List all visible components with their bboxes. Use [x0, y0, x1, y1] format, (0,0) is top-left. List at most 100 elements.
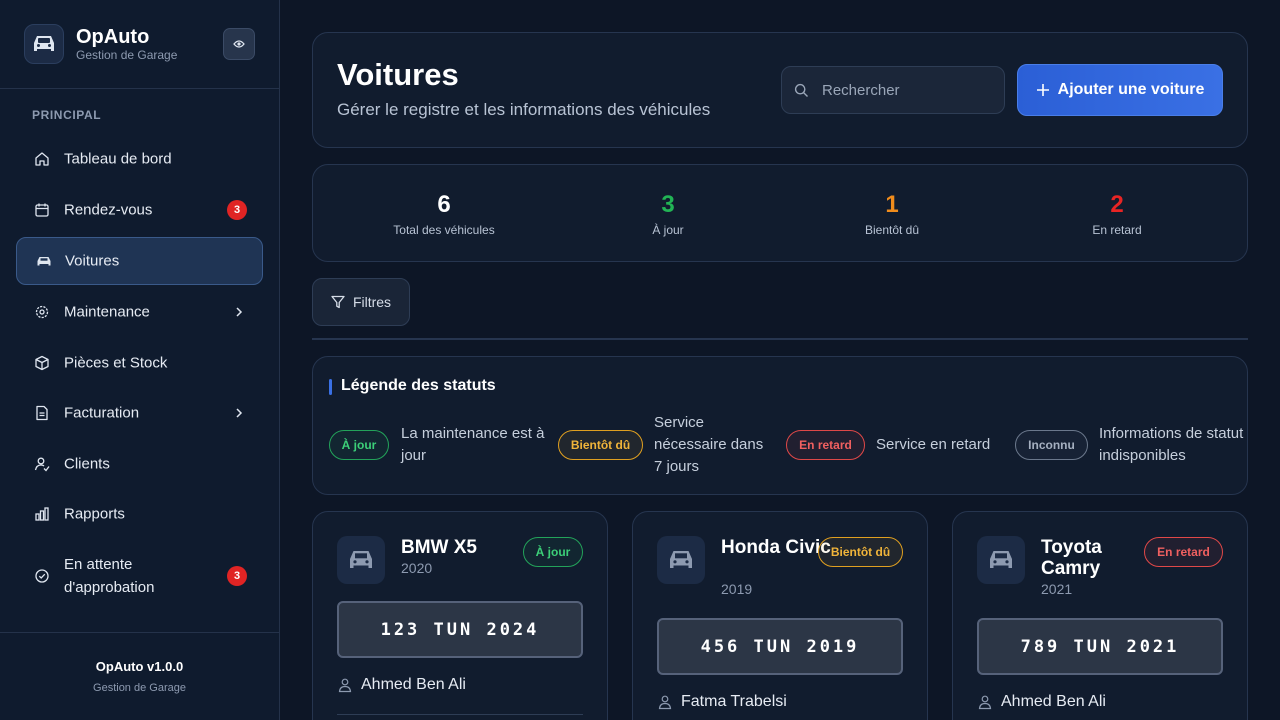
sidebar-item-label: Pièces et Stock — [64, 354, 168, 372]
car-name: Honda Civic — [721, 537, 831, 558]
car-card[interactable]: Honda Civic 2019 Bientôt dû 456 TUN 2019… — [632, 511, 928, 720]
sidebar-item-pending-approval[interactable]: En attente d'approbation 3 — [16, 552, 263, 600]
add-car-button[interactable]: Ajouter une voiture — [1017, 64, 1223, 116]
stat-overdue: 2 En retard — [1017, 191, 1217, 237]
search-icon — [794, 83, 809, 98]
legend-description: Service nécessaire dans 7 jours — [654, 414, 764, 475]
page-subtitle: Gérer le registre et les informations de… — [337, 100, 711, 119]
home-icon — [34, 151, 50, 167]
car-icon — [977, 536, 1025, 584]
sidebar-divider — [0, 88, 279, 89]
sidebar-item-billing[interactable]: Facturation — [16, 389, 263, 437]
app-version-subtitle: Gestion de Garage — [93, 682, 186, 694]
add-car-label: Ajouter une voiture — [1057, 81, 1205, 98]
owner-name: Ahmed Ben Ali — [1001, 693, 1106, 710]
sidebar-item-label: Rapports — [64, 505, 125, 523]
status-badge-due-soon: Bientôt dû — [558, 430, 643, 460]
car-logo-icon — [24, 24, 64, 64]
chevron-right-icon — [233, 306, 245, 318]
sidebar-item-reports[interactable]: Rapports — [16, 490, 263, 538]
document-icon — [34, 405, 50, 421]
brand: OpAuto Gestion de Garage — [24, 24, 256, 64]
bar-chart-icon — [34, 506, 50, 522]
car-icon — [337, 536, 385, 584]
filters-button[interactable]: Filtres — [312, 278, 410, 326]
status-legend: Légende des statuts À jour La maintenanc… — [312, 356, 1248, 495]
plus-icon — [1036, 84, 1049, 96]
car-year: 2019 — [721, 581, 753, 597]
sidebar-item-label: En attente d'approbation — [64, 556, 155, 596]
car-owner: Fatma Trabelsi — [657, 693, 787, 711]
sidebar-item-dashboard[interactable]: Tableau de bord — [16, 135, 263, 183]
brand-title: OpAuto — [76, 26, 150, 48]
stat-total: 6 Total des véhicules — [344, 191, 544, 237]
user-icon — [337, 677, 353, 693]
app-version: OpAuto v1.0.0 — [95, 659, 184, 674]
status-badge: En retard — [1144, 537, 1223, 567]
legend-description: Service en retard — [876, 436, 991, 453]
eye-toggle-button[interactable] — [223, 28, 255, 60]
stat-due-soon: 1 Bientôt dû — [792, 191, 992, 237]
status-badge: À jour — [523, 537, 583, 567]
car-icon — [657, 536, 705, 584]
car-owner: Ahmed Ben Ali — [977, 693, 1106, 711]
sidebar: OpAuto Gestion de Garage PRINCIPAL Table… — [0, 0, 280, 720]
status-badge: Bientôt dû — [818, 537, 903, 567]
car-year: 2021 — [1041, 581, 1073, 597]
car-owner: Ahmed Ben Ali — [337, 676, 466, 694]
legend-accent-bar — [329, 379, 332, 395]
sidebar-item-clients[interactable]: Clients — [16, 440, 263, 488]
gear-icon — [34, 304, 50, 320]
sidebar-footer-divider — [0, 632, 279, 633]
stat-label: Total des véhicules — [393, 223, 495, 237]
stats-panel: 6 Total des véhicules 3 À jour 1 Bientôt… — [312, 164, 1248, 262]
page-header: Voitures Gérer le registre et les inform… — [312, 32, 1248, 148]
car-year: 2020 — [401, 560, 433, 576]
divider — [312, 338, 1248, 340]
eye-icon — [233, 40, 245, 48]
sidebar-item-maintenance[interactable]: Maintenance — [16, 288, 263, 336]
stat-value: 6 — [437, 191, 451, 218]
status-badge-overdue: En retard — [786, 430, 865, 460]
stat-value: 3 — [661, 191, 675, 218]
sidebar-item-appointments[interactable]: Rendez-vous 3 — [16, 186, 263, 234]
sidebar-item-cars[interactable]: Voitures — [16, 237, 263, 285]
section-label: PRINCIPAL — [32, 108, 102, 122]
search-box — [781, 66, 1005, 114]
filter-icon — [331, 295, 345, 309]
notification-badge: 3 — [227, 566, 247, 586]
brand-subtitle: Gestion de Garage — [76, 48, 178, 62]
stat-up-to-date: 3 À jour — [568, 191, 768, 237]
legend-description: La maintenance est à jour — [401, 425, 545, 464]
notification-badge: 3 — [227, 200, 247, 220]
status-badge-unknown: Inconnu — [1015, 430, 1088, 460]
legend-description: Informations de statut indisponibles — [1099, 425, 1244, 464]
license-plate: 123 TUN 2024 — [337, 601, 583, 658]
box-icon — [34, 355, 50, 371]
stat-label: À jour — [652, 223, 684, 237]
stat-value: 2 — [1110, 191, 1124, 218]
filters-label: Filtres — [352, 294, 392, 310]
sidebar-item-label: Facturation — [64, 404, 140, 422]
stat-label: En retard — [1092, 223, 1142, 237]
sidebar-item-label: Rendez-vous — [64, 201, 153, 219]
status-badge-up-to-date: À jour — [329, 430, 389, 460]
user-icon — [657, 694, 673, 710]
car-card[interactable]: BMW X5 2020 À jour 123 TUN 2024 Ahmed Be… — [312, 511, 608, 720]
owner-name: Ahmed Ben Ali — [361, 676, 466, 693]
sidebar-item-label: Maintenance — [64, 303, 150, 321]
license-plate: 789 TUN 2021 — [977, 618, 1223, 675]
car-card[interactable]: Toyota Camry 2021 En retard 789 TUN 2021… — [952, 511, 1248, 720]
calendar-icon — [34, 202, 50, 218]
car-icon — [36, 253, 52, 269]
license-plate: 456 TUN 2019 — [657, 618, 903, 675]
stat-value: 1 — [885, 191, 899, 218]
car-name: Toyota Camry — [1041, 537, 1102, 579]
chevron-right-icon — [233, 407, 245, 419]
search-input[interactable] — [822, 67, 998, 113]
stat-label: Bientôt dû — [864, 223, 920, 237]
page-title: Voitures — [337, 57, 459, 92]
owner-name: Fatma Trabelsi — [681, 693, 787, 710]
sidebar-item-label: Voitures — [65, 252, 120, 270]
sidebar-item-parts[interactable]: Pièces et Stock — [16, 339, 263, 387]
